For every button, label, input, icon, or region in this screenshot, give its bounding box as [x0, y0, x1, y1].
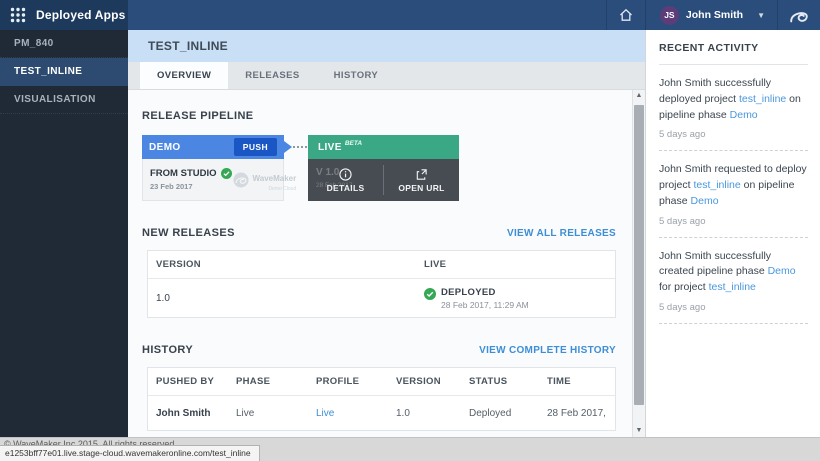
chevron-down-icon: ▼: [757, 11, 765, 20]
deployed-status: DEPLOYED: [441, 287, 529, 298]
activity-link[interactable]: test_inline: [739, 93, 786, 105]
column-live: LIVE: [416, 259, 615, 270]
history-heading: HISTORY: [142, 344, 193, 356]
deployed-date: 28 Feb 2017, 11:29 AM: [441, 300, 529, 310]
provider-watermark: WaveMaker Demo Cloud: [232, 168, 297, 192]
sidebar-item-pm_840[interactable]: PM_840: [0, 30, 128, 58]
activity-time: 5 days ago: [659, 302, 808, 313]
sidebar-nav: PM_840TEST_INLINEVISUALISATION: [0, 30, 128, 437]
history-version: 1.0: [388, 408, 461, 419]
activity-item: John Smith successfully created pipeline…: [659, 238, 808, 324]
history-table: PUSHED BY PHASE PROFILE VERSION STATUS T…: [147, 367, 616, 431]
release-live-status: DEPLOYED 28 Feb 2017, 11:29 AM: [416, 287, 615, 310]
history-header-row: PUSHED BY PHASE PROFILE VERSION STATUS T…: [148, 368, 615, 396]
wavemaker-logo-icon: [778, 0, 820, 30]
history-profile-link[interactable]: Live: [308, 408, 388, 419]
scrollbar-thumb[interactable]: [634, 105, 644, 405]
push-button[interactable]: PUSH: [234, 138, 277, 156]
activity-item: John Smith successfully deployed project…: [659, 65, 808, 151]
column-time: TIME: [539, 376, 615, 387]
scroll-up-arrow[interactable]: ▲: [633, 90, 645, 102]
live-phase-label: LIVE: [318, 142, 342, 153]
demo-phase-header: DEMO PUSH: [142, 135, 284, 159]
overview-content: RELEASE PIPELINE DEMO PUSH FROM STUDIO: [128, 90, 632, 437]
tab-overview[interactable]: OVERVIEW: [140, 62, 228, 89]
sidebar-item-test_inline[interactable]: TEST_INLINE: [0, 58, 128, 86]
activity-time: 5 days ago: [659, 216, 808, 227]
activity-link[interactable]: test_inline: [709, 281, 756, 293]
activity-text: John Smith successfully created pipeline…: [659, 250, 771, 278]
apps-grid-icon[interactable]: [10, 7, 26, 23]
live-phase-header: LIVE BETA: [308, 135, 459, 159]
demo-phase-body: FROM STUDIO 23 Feb 2017: [142, 159, 284, 201]
new-releases-table: VERSION LIVE 1.0 DEPLOYED 28 Feb 2017, 1…: [147, 250, 616, 318]
column-version: VERSION: [388, 376, 461, 387]
status-url-tooltip: e1253bff77e01.live.stage-cloud.wavemaker…: [0, 445, 260, 461]
open-url-icon: [415, 168, 428, 181]
provider-sub: Demo Cloud: [253, 186, 297, 192]
view-all-releases-link[interactable]: VIEW ALL RELEASES: [507, 228, 616, 239]
activity-text: for project: [659, 281, 709, 293]
activity-link[interactable]: Demo: [730, 109, 758, 121]
release-pipeline-heading: RELEASE PIPELINE: [142, 110, 254, 122]
user-name: John Smith: [686, 9, 743, 21]
recent-activity-list: John Smith successfully deployed project…: [659, 65, 808, 324]
success-check-icon: [424, 288, 436, 300]
app-title: Deployed Apps: [36, 8, 126, 22]
column-status: STATUS: [461, 376, 539, 387]
table-row: John Smith Live Live 1.0 Deployed 28 Feb…: [148, 396, 615, 430]
activity-link[interactable]: Demo: [691, 195, 719, 207]
tab-releases[interactable]: RELEASES: [228, 62, 316, 89]
history-pushed-by: John Smith: [148, 408, 228, 419]
tab-history[interactable]: HISTORY: [317, 62, 396, 89]
wavemaker-watermark-icon: [232, 171, 250, 189]
activity-item: John Smith requested to deploy project t…: [659, 151, 808, 237]
activity-link[interactable]: test_inline: [693, 179, 740, 191]
vertical-scrollbar[interactable]: ▲ ▼: [632, 90, 645, 437]
release-version: 1.0: [148, 293, 416, 304]
tab-bar: OVERVIEWRELEASESHISTORY: [128, 62, 645, 90]
column-profile: PROFILE: [308, 376, 388, 387]
column-version: VERSION: [148, 259, 416, 270]
deployed-apps-window: Deployed Apps JS John Smith ▼ P: [0, 0, 820, 461]
page-title: TEST_INLINE: [128, 30, 645, 62]
provider-name: WaveMaker: [253, 174, 297, 183]
home-icon: [618, 7, 634, 23]
live-phase-body: V 1.0 28 Feb 2017 DETAILS: [308, 159, 459, 201]
history-time: 28 Feb 2017,: [539, 408, 615, 419]
user-avatar: JS: [660, 6, 679, 25]
new-releases-heading: NEW RELEASES: [142, 227, 235, 239]
home-button[interactable]: [607, 0, 645, 30]
demo-deploy-date: 23 Feb 2017: [150, 182, 232, 191]
top-bar-brand-area: Deployed Apps: [0, 0, 128, 30]
column-phase: PHASE: [228, 376, 308, 387]
open-url-button[interactable]: OPEN URL: [384, 159, 459, 201]
user-menu[interactable]: JS John Smith ▼: [646, 0, 777, 30]
from-studio-label: FROM STUDIO: [150, 168, 217, 179]
recent-activity-heading: RECENT ACTIVITY: [659, 42, 808, 65]
release-pipeline: DEMO PUSH FROM STUDIO: [142, 135, 616, 201]
activity-link[interactable]: Demo: [768, 265, 796, 277]
scroll-down-arrow[interactable]: ▼: [633, 425, 645, 437]
new-releases-header-row: VERSION LIVE: [148, 251, 615, 279]
demo-phase-label: DEMO: [149, 142, 181, 153]
table-row: 1.0 DEPLOYED 28 Feb 2017, 11:29 AM: [148, 279, 615, 317]
main-panel: TEST_INLINE OVERVIEWRELEASESHISTORY RELE…: [128, 30, 645, 437]
beta-badge: BETA: [345, 140, 362, 147]
activity-time: 5 days ago: [659, 129, 808, 140]
column-pushed-by: PUSHED BY: [148, 376, 228, 387]
history-phase: Live: [228, 408, 308, 419]
details-button[interactable]: DETAILS: [308, 159, 383, 201]
top-bar: Deployed Apps JS John Smith ▼: [0, 0, 820, 30]
info-icon: [339, 168, 352, 181]
recent-activity-panel: RECENT ACTIVITY John Smith successfully …: [645, 30, 820, 437]
view-complete-history-link[interactable]: VIEW COMPLETE HISTORY: [479, 345, 616, 356]
top-bar-actions: JS John Smith ▼: [606, 0, 820, 30]
history-status: Deployed: [461, 408, 539, 419]
success-check-icon: [221, 168, 232, 179]
demo-phase-card: DEMO PUSH FROM STUDIO: [142, 135, 284, 201]
live-phase-card: LIVE BETA V 1.0 28 Feb 2017: [308, 135, 459, 201]
pipeline-connector: [293, 146, 307, 148]
sidebar-item-visualisation[interactable]: VISUALISATION: [0, 86, 128, 114]
